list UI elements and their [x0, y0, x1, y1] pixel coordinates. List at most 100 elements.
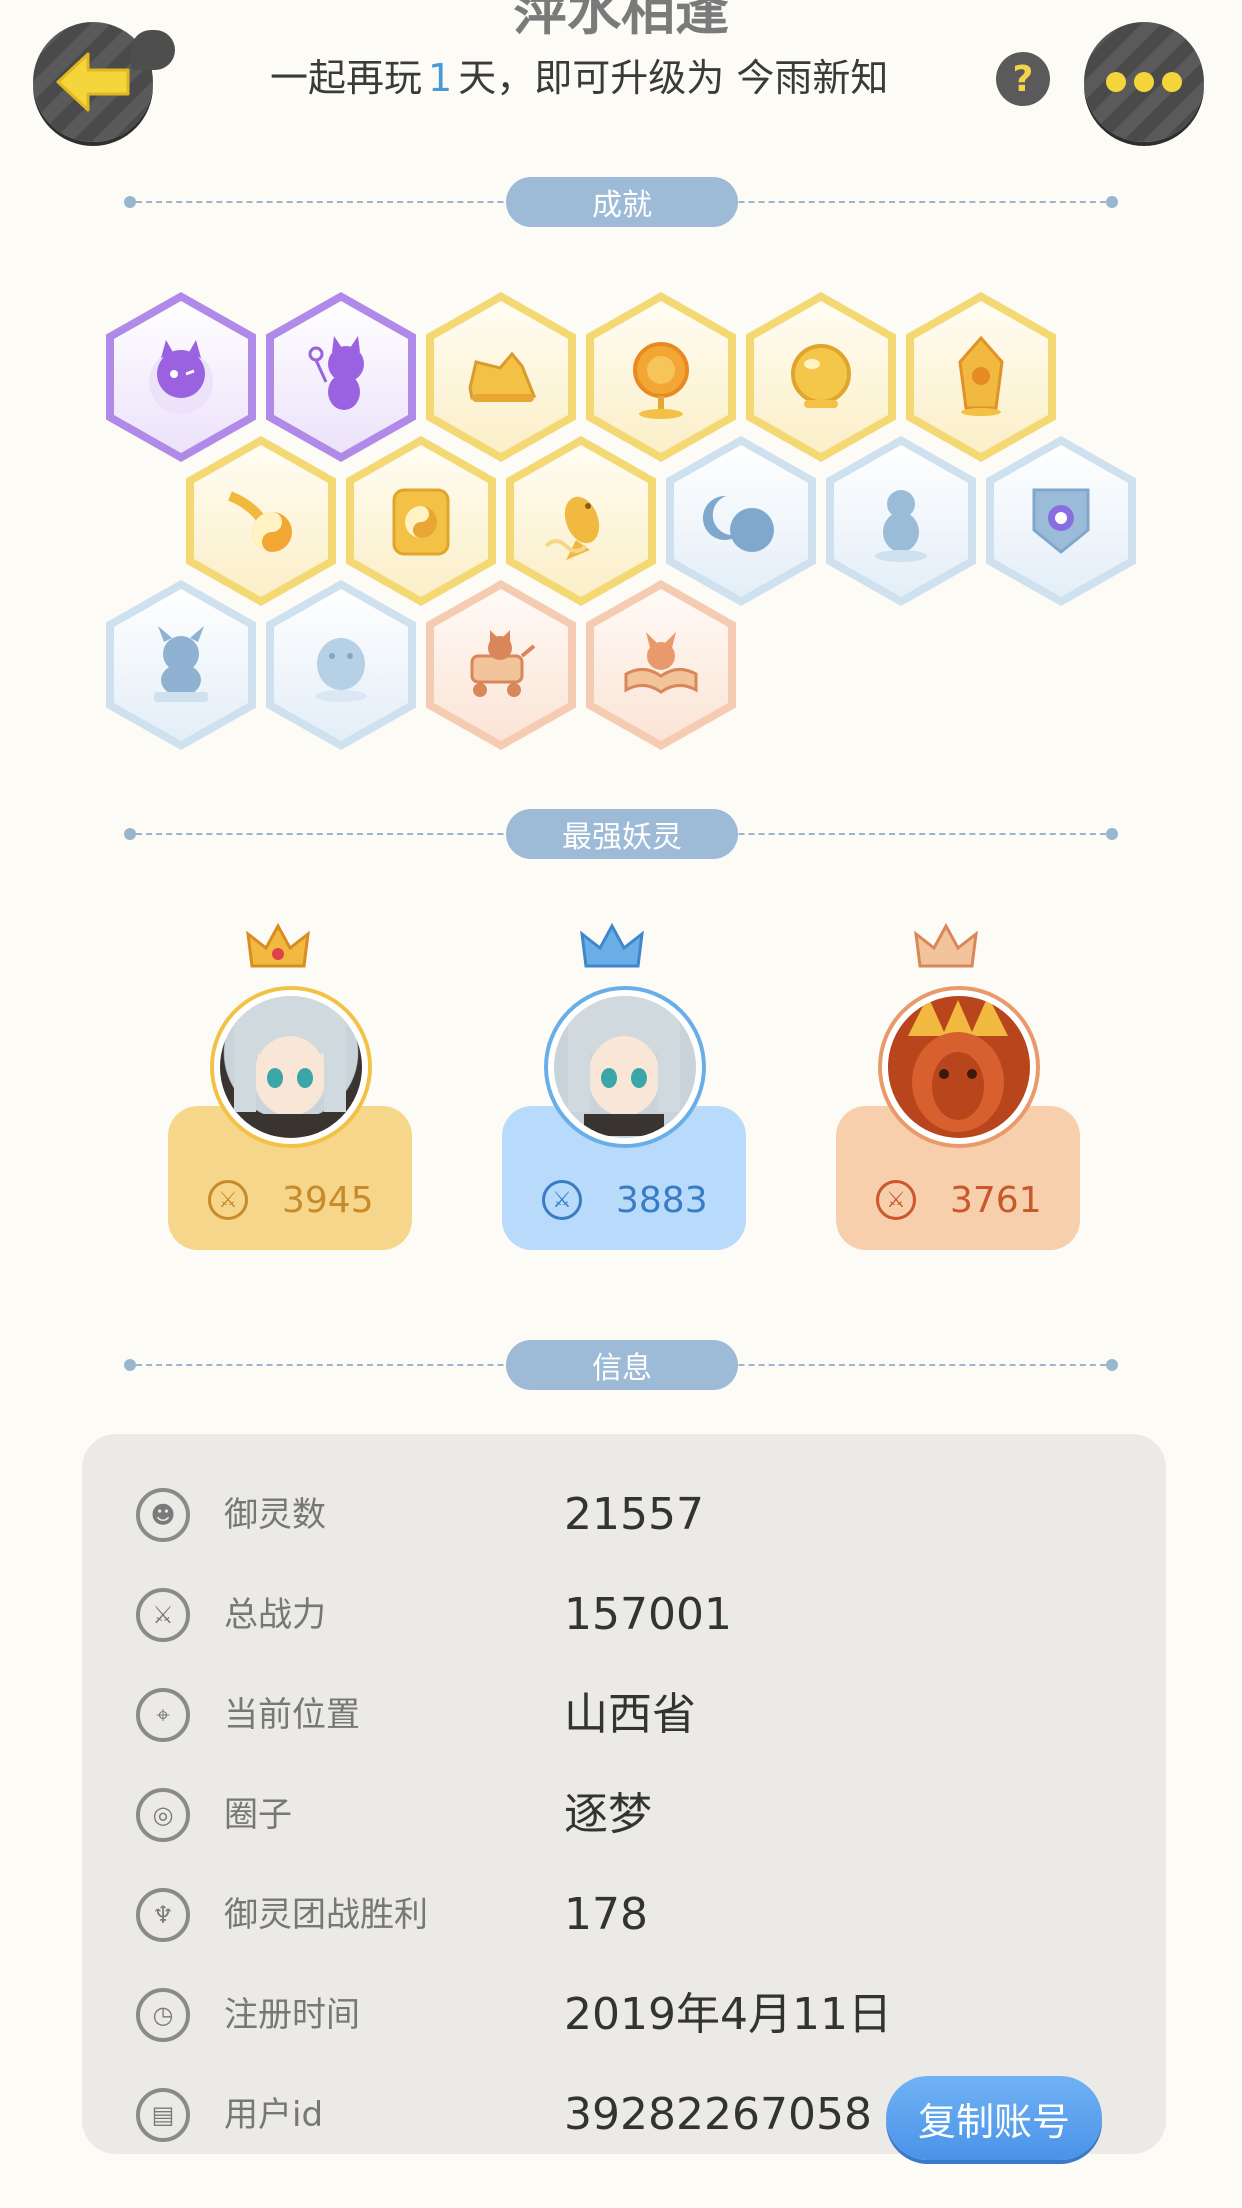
info-row-register-date: ◷ 注册时间 2019年4月11日: [82, 1980, 1166, 2050]
bronze-crown-icon: [914, 922, 978, 968]
level-hint-prefix: 一起再玩: [270, 56, 423, 100]
back-button-tail: [131, 30, 175, 70]
strongest-spirits-section-header: 最强妖灵: [124, 809, 1118, 859]
spirit-power-value: 3945: [282, 1179, 374, 1221]
achievement-badge[interactable]: [426, 580, 576, 750]
help-button[interactable]: ?: [996, 52, 1050, 106]
info-row-circle: ◎ 圈子 逐梦: [82, 1780, 1166, 1850]
info-row-user-id: ▤ 用户id 39282267058 复制账号: [82, 2076, 1166, 2160]
achievements-section-header: 成就: [124, 177, 1118, 227]
silver-haired-girl-avatar: [214, 990, 368, 1144]
info-label: 圈子: [224, 1795, 292, 1835]
strongest-spirits-title: 最强妖灵: [506, 809, 738, 859]
location-pin-icon: ⌖: [136, 1688, 190, 1742]
achievement-badge[interactable]: [106, 580, 256, 750]
spirit-card-1[interactable]: ⚔ 3945: [168, 920, 412, 1250]
divider-dot: [1106, 1359, 1118, 1371]
clock-icon: ◷: [136, 1988, 190, 2042]
more-options-button[interactable]: [1084, 22, 1204, 142]
info-panel: ☻ 御灵数 21557 ⚔ 总战力 157001 ⌖ 当前位置 山西省 ◎ 圈子…: [82, 1434, 1166, 2160]
info-row-location: ⌖ 当前位置 山西省: [82, 1680, 1166, 1750]
more-dots-icon: [1106, 72, 1182, 92]
info-label: 当前位置: [224, 1695, 360, 1735]
fox-book-icon: [624, 632, 698, 694]
golden-crystal-icon: [958, 335, 1004, 416]
id-card-icon: ▤: [136, 2088, 190, 2142]
spirit-power-value: 3883: [616, 1179, 708, 1221]
info-value: 逐梦: [564, 1789, 652, 1840]
moon-eclipse-icon: [702, 495, 774, 552]
achievement-badge[interactable]: [826, 436, 976, 606]
achievement-badge[interactable]: [586, 292, 736, 462]
info-value: 山西省: [564, 1689, 696, 1740]
purple-cat-spirit-icon: [149, 340, 213, 414]
info-value: 21557: [564, 1489, 704, 1540]
fire-demon-face-icon: [908, 996, 1008, 1132]
spirit-power-value: 3761: [950, 1179, 1042, 1221]
purple-dancing-cat-icon: [308, 336, 364, 410]
achievement-badge[interactable]: [106, 292, 256, 462]
info-row-team-wins: ♆ 御灵团战胜利 178: [82, 1880, 1166, 1950]
next-level-name: 今雨新知: [736, 56, 889, 100]
spirit-power: ⚔ 3761: [876, 1176, 1066, 1224]
golden-orb-icon: [791, 344, 851, 408]
silver-haired-girl-avatar: [548, 990, 702, 1144]
achievement-badge[interactable]: [346, 436, 496, 606]
spirit-power: ⚔ 3883: [542, 1176, 732, 1224]
copy-account-button[interactable]: 复制账号: [886, 2076, 1102, 2160]
info-value: 178: [564, 1889, 648, 1940]
spirit-power: ⚔ 3945: [208, 1176, 398, 1224]
days-count: 1: [428, 56, 453, 100]
achievement-badge[interactable]: [506, 436, 656, 606]
sword-icon: ⚔: [876, 1180, 916, 1220]
golden-yinyang-tablet-icon: [392, 488, 450, 556]
achievement-badge[interactable]: [266, 292, 416, 462]
golden-yinyang-fireball-icon: [228, 491, 292, 552]
info-value: 39282267058: [564, 2089, 872, 2140]
info-value: 2019年4月11日: [564, 1989, 892, 2040]
blue-shield-icon: [1032, 488, 1090, 554]
blue-crown-icon: [580, 922, 644, 968]
spirit-card-2[interactable]: ⚔ 3883: [502, 920, 746, 1250]
divider-dot: [124, 828, 136, 840]
info-label: 御灵团战胜利: [224, 1895, 428, 1935]
blue-creature-icon: [315, 638, 367, 702]
achievement-badge[interactable]: [266, 580, 416, 750]
achievement-badge[interactable]: [586, 580, 736, 750]
achievement-badge[interactable]: [986, 436, 1136, 606]
sword-icon: ⚔: [542, 1180, 582, 1220]
divider-dot: [124, 196, 136, 208]
achievement-badge[interactable]: [906, 292, 1056, 462]
info-value: 157001: [564, 1589, 732, 1640]
achievement-badge[interactable]: [426, 292, 576, 462]
gold-crown-icon: [246, 922, 310, 968]
info-label: 用户id: [224, 2095, 324, 2135]
info-label: 注册时间: [224, 1995, 360, 2035]
info-row-spirit-count: ☻ 御灵数 21557: [82, 1480, 1166, 1550]
info-section-header: 信息: [124, 1340, 1118, 1390]
info-row-total-power: ⚔ 总战力 157001: [82, 1580, 1166, 1650]
circle-group-icon: ◎: [136, 1788, 190, 1842]
fire-demon-avatar: [882, 990, 1036, 1144]
achievement-badge[interactable]: [746, 292, 896, 462]
blue-demon-statue-icon: [154, 626, 208, 702]
golden-sneaker-icon: [468, 351, 537, 402]
cat-stroller-icon: [470, 630, 536, 697]
golden-sun-icon: [633, 342, 689, 419]
sword-icon: ⚔: [208, 1180, 248, 1220]
arrow-left-icon: [56, 52, 130, 112]
divider-dot: [1106, 828, 1118, 840]
achievement-badge[interactable]: [186, 436, 336, 606]
info-title: 信息: [506, 1340, 738, 1390]
golden-koi-fish-icon: [544, 496, 600, 560]
spirit-card-3[interactable]: ⚔ 3761: [836, 920, 1080, 1250]
back-button[interactable]: [33, 22, 175, 142]
sword-icon: ⚔: [136, 1588, 190, 1642]
blue-spirit-statue-icon: [875, 490, 927, 562]
achievement-badge[interactable]: [666, 436, 816, 606]
achievements-title: 成就: [506, 177, 738, 227]
avatar-face-icon: [568, 996, 680, 1136]
spirit-count-icon: ☻: [136, 1488, 190, 1542]
info-label: 总战力: [224, 1595, 326, 1635]
level-hint-suffix: 天，即可升级为: [458, 56, 725, 100]
